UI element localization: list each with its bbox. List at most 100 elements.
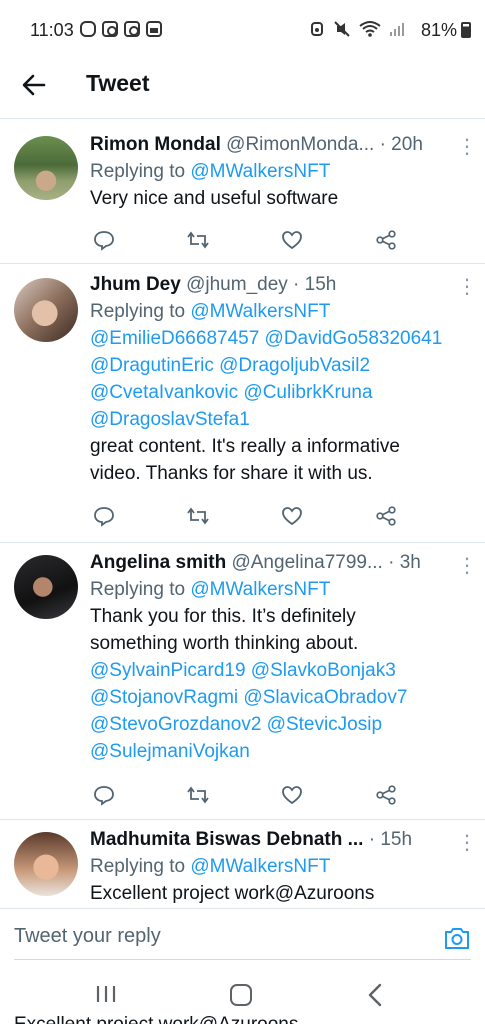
tweet-actions [90, 502, 400, 530]
tweet-text: Very nice and useful software [90, 188, 339, 209]
mention-link[interactable]: @MWalkersNFT [190, 579, 330, 600]
peek-text: Excellent project work@Azuroons [14, 1014, 298, 1024]
reply-input[interactable]: Tweet your reply [14, 925, 161, 948]
tweet-body: Jhum Dey @jhum_dey · 15h Replying to @MW… [90, 272, 471, 487]
share-button[interactable] [372, 226, 400, 254]
mention-line[interactable]: @CvetaIvankovic @CulibrkKruna [90, 379, 471, 406]
display-name[interactable]: Madhumita Biswas Debnath ... [90, 829, 363, 850]
share-icon [376, 785, 396, 805]
replying-prefix: Replying to [90, 856, 186, 877]
status-notification-icons [80, 21, 162, 37]
tweet-actions [90, 781, 400, 809]
replying-to: Replying to @MWalkersNFT [90, 853, 471, 880]
replying-prefix: Replying to [90, 301, 186, 322]
status-bar: 11:03 81% [0, 0, 485, 62]
user-handle[interactable]: @RimonMonda... [226, 134, 374, 155]
display-name[interactable]: Rimon Mondal [90, 134, 221, 155]
mention-line[interactable]: @SylvainPicard19 @SlavkoBonjak3 [90, 657, 471, 684]
tweet-text: video. Thanks for share it with us. [90, 463, 373, 484]
mention-line[interactable]: @StojanovRagmi @SlavicaObradov7 [90, 684, 471, 711]
mention-line[interactable]: @DragutinEric @DragoljubVasil2 [90, 352, 471, 379]
tweet-text: Thank you for this. It’s definitely [90, 606, 356, 627]
like-button[interactable] [278, 502, 306, 530]
mute-icon [334, 21, 350, 37]
replying-to: Replying to @MWalkersNFT [90, 576, 471, 603]
tweet-text: something worth thinking about. [90, 633, 359, 654]
retweet-icon [187, 507, 209, 525]
display-name[interactable]: Jhum Dey [90, 274, 181, 295]
mention-line[interactable]: @EmilieD66687457 @DavidGo58320641 [90, 325, 471, 352]
mention-link[interactable]: @MWalkersNFT [190, 856, 330, 877]
recent-apps-icon[interactable] [94, 984, 118, 1004]
like-button[interactable] [278, 226, 306, 254]
home-icon[interactable] [230, 984, 252, 1006]
share-button[interactable] [372, 502, 400, 530]
mention-line[interactable]: @SulejmaniVojkan [90, 738, 471, 765]
tweet-time: · 20h [379, 134, 423, 155]
reply-tweet[interactable]: Madhumita Biswas Debnath ... · 15h Reply… [0, 820, 485, 908]
avatar[interactable] [14, 278, 78, 342]
battery-percent: 81% [420, 20, 457, 40]
more-vertical-icon[interactable] [451, 830, 477, 855]
user-handle[interactable]: @Angelina7799... [231, 552, 382, 573]
top-app-bar: Tweet [0, 58, 485, 114]
display-name[interactable]: Angelina smith [90, 552, 226, 573]
gallery-icon [146, 21, 162, 37]
more-vertical-icon[interactable] [451, 553, 477, 578]
mention-link[interactable]: @MWalkersNFT [190, 161, 330, 182]
header-divider [0, 118, 485, 119]
replying-to: Replying to @MWalkersNFT [90, 298, 471, 325]
tweet-header: Jhum Dey @jhum_dey · 15h [90, 272, 471, 298]
share-button[interactable] [372, 781, 400, 809]
status-system-icons [309, 20, 405, 38]
tweet-time: · 3h [388, 552, 421, 573]
mention-line[interactable]: @StevoGrozdanov2 @StevicJosip [90, 711, 471, 738]
retweet-button[interactable] [184, 226, 212, 254]
instagram-icon [124, 21, 140, 37]
wifi-icon [359, 21, 381, 37]
retweet-icon [187, 231, 209, 249]
alarm-icon [311, 22, 323, 36]
avatar[interactable] [14, 136, 78, 200]
comment-icon [94, 786, 114, 806]
tweet-text: Excellent project work@Azuroons [90, 883, 375, 904]
retweet-button[interactable] [184, 781, 212, 809]
retweet-button[interactable] [184, 502, 212, 530]
tweet-text: great content. It's really a informative [90, 436, 400, 457]
heart-icon [282, 786, 302, 805]
heart-icon [282, 231, 302, 250]
heart-icon [282, 507, 302, 526]
battery-icon [461, 22, 471, 38]
back-chevron-icon[interactable] [364, 982, 388, 1008]
reply-tweet[interactable]: Angelina smith @Angelina7799... · 3h Rep… [0, 543, 485, 819]
reply-button[interactable] [90, 502, 118, 530]
mention-line[interactable]: @DragoslavStefa1 [90, 406, 471, 433]
comment-icon [94, 231, 114, 251]
tweet-body: Angelina smith @Angelina7799... · 3h Rep… [90, 550, 471, 765]
reply-input-underline [14, 959, 471, 960]
arrow-left-icon[interactable] [20, 71, 48, 99]
reply-composer: Tweet your reply [0, 908, 485, 964]
tweet-header: Madhumita Biswas Debnath ... · 15h [90, 827, 471, 853]
tweet-time: · 15h [293, 274, 337, 295]
reply-tweet[interactable]: Rimon Mondal @RimonMonda... · 20h Replyi… [0, 126, 485, 264]
tweet-body: Rimon Mondal @RimonMonda... · 20h Replyi… [90, 132, 471, 212]
more-vertical-icon[interactable] [451, 274, 477, 299]
status-time: 11:03 [30, 20, 74, 40]
reply-tweet[interactable]: Jhum Dey @jhum_dey · 15h Replying to @MW… [0, 264, 485, 542]
like-button[interactable] [278, 781, 306, 809]
retweet-icon [187, 786, 209, 804]
replying-prefix: Replying to [90, 161, 186, 182]
reply-button[interactable] [90, 226, 118, 254]
page-title: Tweet [86, 70, 150, 96]
more-vertical-icon[interactable] [451, 134, 477, 159]
avatar[interactable] [14, 555, 78, 619]
tweet-header: Rimon Mondal @RimonMonda... · 20h [90, 132, 471, 158]
camera-icon[interactable] [443, 925, 471, 951]
tweet-actions [90, 226, 400, 254]
avatar[interactable] [14, 832, 78, 896]
tweet-header: Angelina smith @Angelina7799... · 3h [90, 550, 471, 576]
mention-link[interactable]: @MWalkersNFT [190, 301, 330, 322]
reply-button[interactable] [90, 781, 118, 809]
user-handle[interactable]: @jhum_dey [186, 274, 288, 295]
